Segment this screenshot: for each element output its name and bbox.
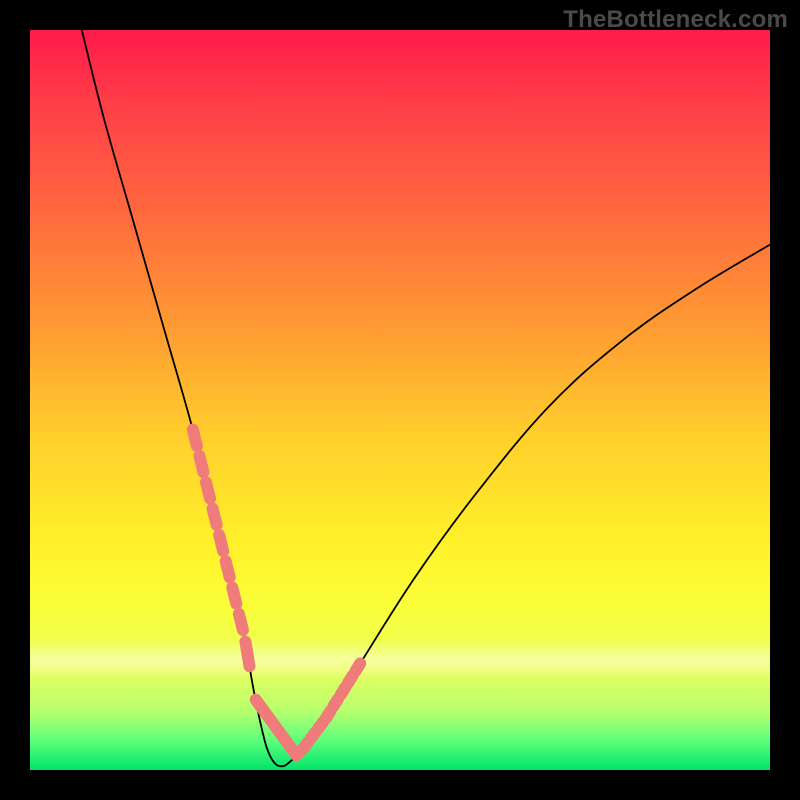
- marker-dash: [213, 509, 217, 525]
- plot-area: [30, 30, 770, 770]
- marker-dash: [219, 535, 223, 551]
- highlight-markers: [193, 430, 360, 756]
- marker-dash: [333, 699, 338, 706]
- marker-dash: [356, 664, 361, 671]
- bottleneck-curve: [82, 30, 770, 766]
- marker-dash: [193, 430, 197, 446]
- marker-dash: [226, 561, 230, 577]
- marker-dash: [206, 482, 210, 498]
- chart-frame: TheBottleneck.com: [0, 0, 800, 800]
- marker-dash: [245, 642, 249, 666]
- curve-svg: [30, 30, 770, 770]
- marker-dash: [199, 456, 203, 472]
- marker-dash: [326, 711, 331, 718]
- watermark-text: TheBottleneck.com: [563, 6, 788, 34]
- marker-dash: [232, 587, 236, 603]
- marker-dash: [341, 687, 346, 694]
- marker-dash: [348, 675, 353, 682]
- marker-dash: [239, 614, 243, 630]
